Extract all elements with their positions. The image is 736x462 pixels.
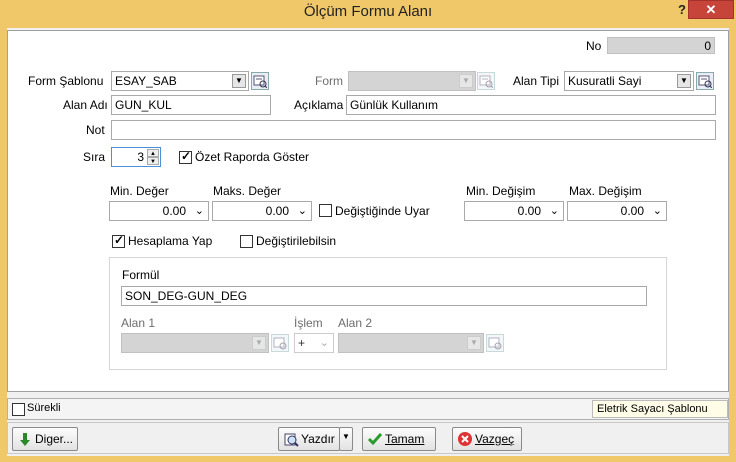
close-button[interactable]: ✕ bbox=[688, 0, 734, 19]
min-deger-value: 0.00 bbox=[162, 204, 186, 218]
alan-tipi-combo[interactable]: Kusuratli Sayi ▼ bbox=[564, 71, 694, 91]
check-icon bbox=[367, 433, 383, 446]
min-deger-input[interactable]: 0.00 ⌄ bbox=[109, 201, 209, 221]
template-name-panel: Eletrik Sayacı Şablonu bbox=[592, 400, 728, 418]
degistirilebilsin-label: Değiştirilebilsin bbox=[256, 234, 337, 248]
check-icon: ✓ bbox=[181, 149, 192, 163]
alan-adi-input[interactable]: GUN_KUL bbox=[111, 95, 271, 115]
form-sablonu-combo[interactable]: ESAY_SAB ▼ bbox=[111, 71, 249, 91]
no-label: No bbox=[586, 39, 602, 53]
hesaplama-checkbox[interactable]: ✓ bbox=[112, 233, 125, 248]
formul-input[interactable]: SON_DEG-GUN_DEG bbox=[121, 286, 647, 306]
tamam-label: Tamam bbox=[385, 432, 425, 446]
title-bar[interactable]: Ölçüm Formu Alanı ? ✕ bbox=[0, 0, 736, 28]
status-bar: Sürekli Eletrik Sayacı Şablonu bbox=[7, 398, 729, 420]
formul-group: Formül SON_DEG-GUN_DEG Alan 1 İşlem Alan… bbox=[109, 257, 667, 370]
chevron-down-icon[interactable]: ⌄ bbox=[298, 204, 307, 217]
degistiginde-uyar-label: Değiştiğinde Uyar bbox=[335, 204, 430, 218]
not-input[interactable] bbox=[111, 120, 716, 140]
vazgec-label: Vazgeç bbox=[475, 432, 515, 446]
chevron-down-icon: ▼ bbox=[342, 432, 350, 441]
spin-down-icon[interactable]: ▼ bbox=[147, 157, 159, 165]
cancel-icon bbox=[458, 432, 472, 446]
not-label: Not bbox=[86, 123, 105, 137]
min-degisim-label: Min. Değişim bbox=[466, 184, 536, 198]
diger-button[interactable]: Diger... bbox=[12, 427, 78, 451]
chevron-down-icon: ▼ bbox=[252, 336, 266, 350]
alan1-combo: ▼ bbox=[121, 333, 269, 353]
min-deger-label: Min. Değer bbox=[110, 184, 169, 198]
alan2-lookup-button bbox=[486, 334, 504, 352]
alan1-lookup-button bbox=[271, 334, 289, 352]
maks-deger-value: 0.00 bbox=[265, 204, 289, 218]
check-icon: ✓ bbox=[114, 233, 125, 247]
alan2-label: Alan 2 bbox=[338, 316, 373, 330]
degistiginde-uyar-checkbox[interactable] bbox=[319, 204, 332, 217]
form-combo: ▼ bbox=[348, 71, 476, 91]
form-panel: No 0 Form Şablonu ESAY_SAB ▼ Form ▼ Alan… bbox=[7, 30, 729, 392]
alan-tipi-value: Kusuratli Sayi bbox=[568, 74, 642, 88]
max-degisim-value: 0.00 bbox=[620, 204, 644, 218]
min-degisim-value: 0.00 bbox=[517, 204, 541, 218]
aciklama-label: Açıklama bbox=[294, 98, 344, 112]
dialog-client: No 0 Form Şablonu ESAY_SAB ▼ Form ▼ Alan… bbox=[7, 28, 729, 456]
islem-label: İşlem bbox=[294, 316, 323, 330]
yazdir-button[interactable]: Yazdır bbox=[278, 427, 340, 451]
islem-value: + bbox=[298, 336, 306, 350]
vazgec-button[interactable]: Vazgeç bbox=[452, 427, 522, 451]
chevron-down-icon: ▼ bbox=[459, 74, 473, 88]
no-field: 0 bbox=[607, 37, 715, 54]
ozet-checkbox[interactable]: ✓ bbox=[179, 149, 192, 164]
maks-deger-label: Maks. Değer bbox=[213, 184, 282, 198]
lookup-icon bbox=[488, 337, 502, 350]
alan1-label: Alan 1 bbox=[121, 316, 156, 330]
chevron-down-icon[interactable]: ⌄ bbox=[550, 204, 559, 217]
min-degisim-input[interactable]: 0.00 ⌄ bbox=[464, 201, 564, 221]
alan-tipi-label: Alan Tipi bbox=[513, 74, 560, 88]
diger-label: Diger... bbox=[35, 432, 74, 446]
aciklama-input[interactable]: Günlük Kullanım bbox=[346, 95, 716, 115]
form-label: Form bbox=[315, 74, 343, 88]
form-sablonu-value: ESAY_SAB bbox=[115, 74, 177, 88]
formul-label: Formül bbox=[122, 268, 160, 282]
max-degisim-input[interactable]: 0.00 ⌄ bbox=[567, 201, 667, 221]
maks-deger-input[interactable]: 0.00 ⌄ bbox=[212, 201, 312, 221]
chevron-down-icon[interactable]: ▼ bbox=[232, 74, 246, 88]
tamam-button[interactable]: Tamam bbox=[362, 427, 436, 451]
button-bar: Diger... Yazdır ▼ Tamam Vazgeç bbox=[7, 422, 729, 454]
sira-label: Sıra bbox=[83, 150, 106, 164]
form-sablonu-lookup-button[interactable] bbox=[251, 72, 269, 90]
arrow-down-icon bbox=[20, 433, 30, 446]
sira-value: 3 bbox=[137, 150, 144, 164]
sira-spin[interactable]: 3 ▲ ▼ bbox=[111, 147, 161, 167]
ozet-label: Özet Raporda Göster bbox=[195, 150, 310, 164]
alan-adi-label: Alan Adı bbox=[63, 98, 108, 112]
form-lookup-button bbox=[477, 72, 495, 90]
chevron-down-icon: ⌄ bbox=[319, 337, 329, 349]
chevron-down-icon[interactable]: ⌄ bbox=[653, 204, 662, 217]
alan-tipi-lookup-button[interactable] bbox=[696, 72, 714, 90]
degistirilebilsin-checkbox[interactable] bbox=[240, 235, 253, 248]
yazdir-dropdown-button[interactable]: ▼ bbox=[339, 427, 353, 451]
lookup-icon bbox=[253, 75, 267, 88]
print-preview-icon bbox=[284, 433, 299, 447]
chevron-down-icon[interactable]: ⌄ bbox=[195, 204, 204, 217]
alan2-combo: ▼ bbox=[338, 333, 484, 353]
surekli-label: Sürekli bbox=[27, 402, 61, 414]
window-title: Ölçüm Formu Alanı bbox=[303, 3, 433, 20]
lookup-icon bbox=[698, 75, 712, 88]
chevron-down-icon[interactable]: ▼ bbox=[677, 74, 691, 88]
chevron-down-icon: ▼ bbox=[467, 336, 481, 350]
dialog-window: Ölçüm Formu Alanı ? ✕ No 0 Form Şablonu … bbox=[0, 0, 736, 462]
max-degisim-label: Max. Değişim bbox=[569, 184, 642, 198]
form-sablonu-label: Form Şablonu bbox=[28, 74, 104, 88]
yazdir-label: Yazdır bbox=[301, 432, 335, 446]
lookup-icon bbox=[479, 75, 493, 88]
surekli-checkbox[interactable] bbox=[12, 403, 25, 416]
islem-combo: + ⌄ bbox=[294, 333, 334, 353]
hesaplama-label: Hesaplama Yap bbox=[128, 234, 213, 248]
lookup-icon bbox=[273, 337, 287, 350]
spin-up-icon[interactable]: ▲ bbox=[147, 149, 159, 157]
